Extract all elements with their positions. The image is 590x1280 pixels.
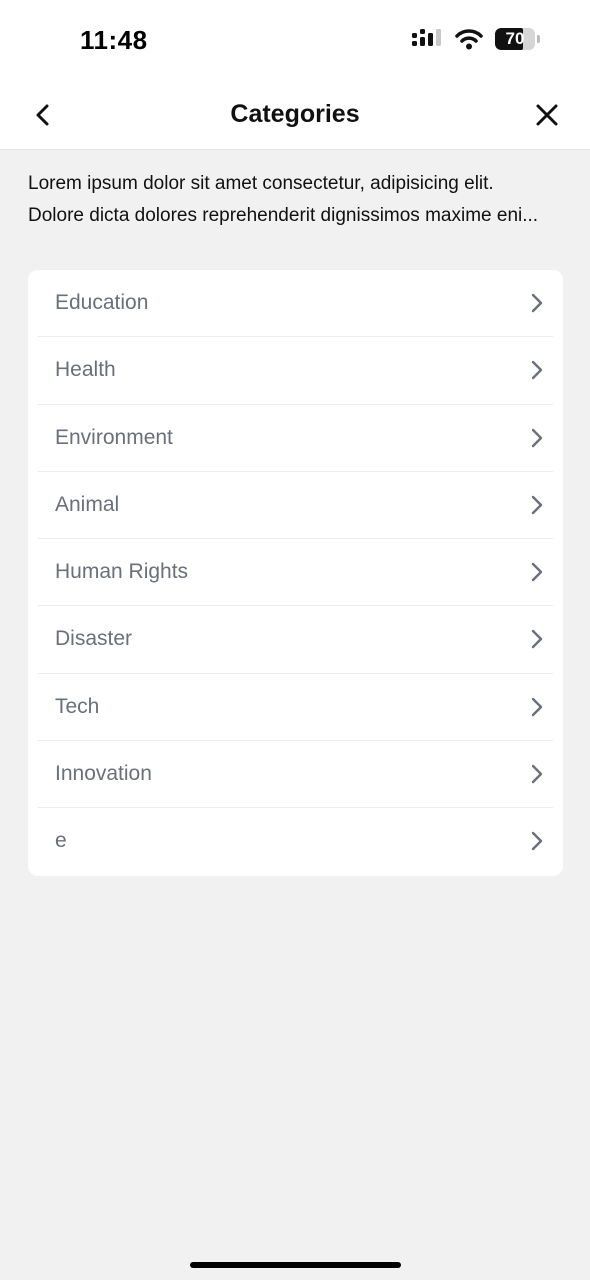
status-time: 11:48 xyxy=(80,25,148,55)
category-item-label: Disaster xyxy=(55,627,133,651)
category-item-label: Education xyxy=(55,291,149,314)
signal-icon xyxy=(412,29,441,46)
chevron-right-icon xyxy=(531,630,543,649)
category-description: Lorem ipsum dolor sit amet consectetur, … xyxy=(28,168,568,232)
nav-bar: Categories xyxy=(0,80,590,150)
chevron-right-icon xyxy=(531,832,543,851)
category-item-education[interactable]: Education xyxy=(38,270,553,338)
category-item-animal[interactable]: Animal xyxy=(38,472,553,540)
chevron-right-icon xyxy=(531,562,543,582)
page-title: Categories xyxy=(230,100,360,128)
close-icon[interactable] xyxy=(532,100,562,130)
status-bar: 11:48 70 xyxy=(0,0,590,80)
category-item-label: Human Rights xyxy=(55,560,189,584)
category-item-environment[interactable]: Environment xyxy=(38,405,553,472)
wifi-icon xyxy=(455,29,483,50)
category-item-label: Health xyxy=(55,358,116,382)
category-item-label: Innovation xyxy=(55,762,152,786)
battery-icon: 70 xyxy=(495,28,535,50)
battery-percent: 70 xyxy=(505,29,525,48)
category-item-tech[interactable]: Tech xyxy=(38,674,553,742)
description-line-1: Lorem ipsum dolor sit amet consectetur, … xyxy=(28,173,494,194)
chevron-right-icon xyxy=(531,764,543,784)
category-item-label: Animal xyxy=(55,492,120,516)
category-item-innovation[interactable]: Innovation xyxy=(38,741,553,809)
chevron-right-icon xyxy=(531,361,543,380)
category-item-e[interactable]: e xyxy=(38,808,553,875)
category-item-disaster[interactable]: Disaster xyxy=(38,606,553,674)
description-line-2: Dolore dicta dolores reprehenderit digni… xyxy=(28,205,539,226)
home-indicator[interactable] xyxy=(190,1262,401,1268)
status-icons: 70 xyxy=(411,27,540,51)
chevron-right-icon xyxy=(531,293,543,313)
category-item-human-rights[interactable]: Human Rights xyxy=(38,539,553,607)
category-item-label: Tech xyxy=(55,694,100,718)
chevron-right-icon xyxy=(531,495,543,515)
category-item-health[interactable]: Health xyxy=(38,337,553,405)
chevron-right-icon xyxy=(531,428,543,447)
category-item-label: e xyxy=(55,829,67,853)
battery-tip xyxy=(537,35,540,43)
chevron-right-icon xyxy=(531,697,543,716)
category-list: Education Health Environment Animal Human Ri… xyxy=(28,270,563,876)
category-item-label: Environment xyxy=(55,425,173,449)
